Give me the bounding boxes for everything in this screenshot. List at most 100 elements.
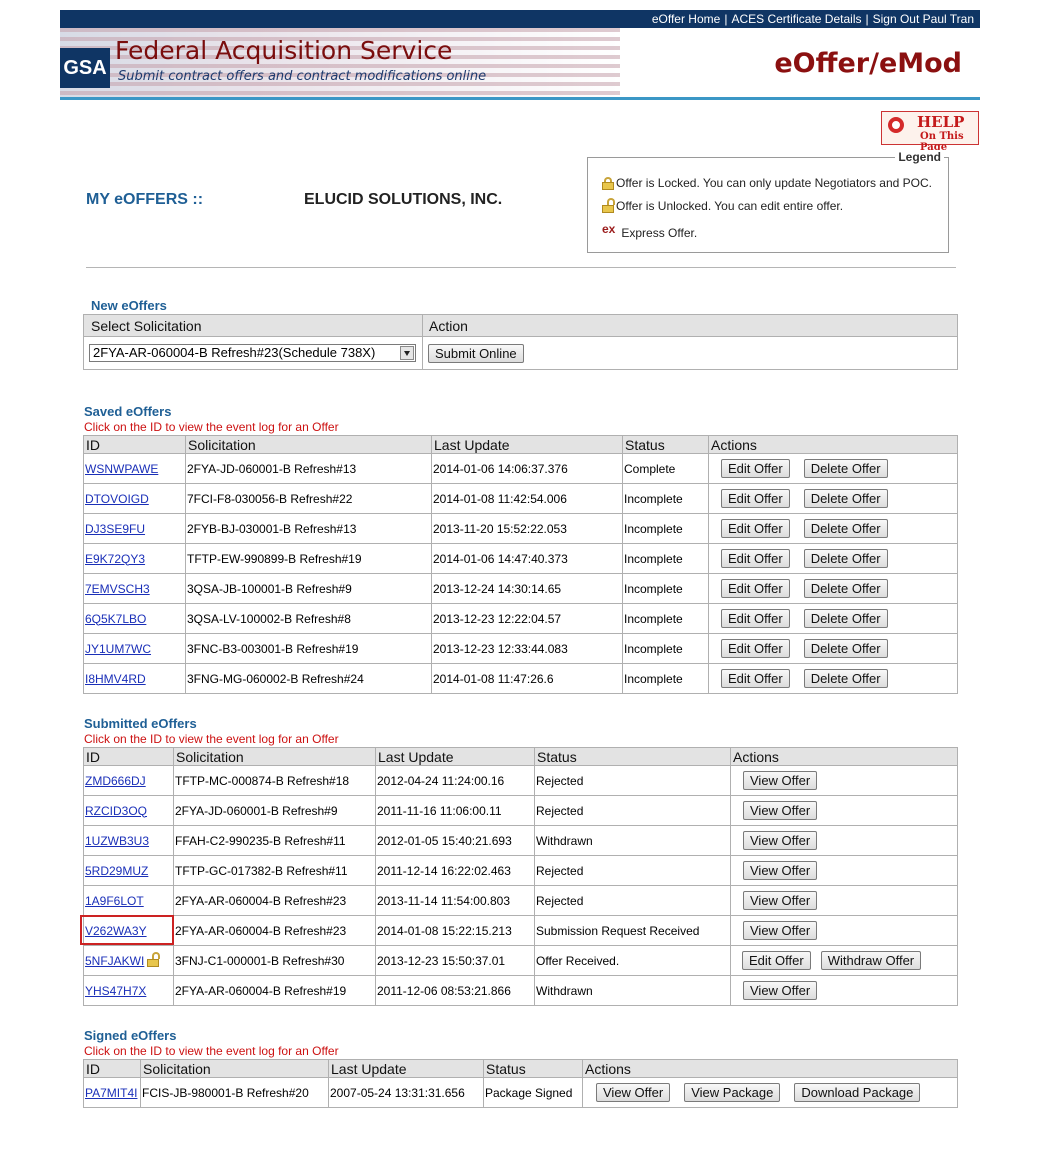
actions-cell: View Offer (730, 765, 958, 796)
signed-eoffers-title: Signed eOffers (84, 1028, 177, 1043)
offer-id-link[interactable]: 5NFJAKWI (85, 954, 144, 968)
submit-online-button[interactable]: Submit Online (428, 343, 524, 363)
withdraw-offer-button[interactable]: Withdraw Offer (820, 951, 922, 970)
edit-offer-button[interactable]: Edit Offer (721, 609, 790, 628)
offer-id-link[interactable]: DJ3SE9FU (85, 522, 145, 536)
view-package-button[interactable]: View Package (684, 1083, 781, 1102)
delete-offer-button[interactable]: Delete Offer (803, 669, 888, 688)
view-offer-button[interactable]: View Offer (743, 801, 818, 820)
offer-id-link[interactable]: PA7MIT4I (85, 1086, 137, 1100)
status-cell: Withdrawn (534, 825, 731, 856)
lifebuoy-icon (888, 117, 904, 133)
delete-offer-button[interactable]: Delete Offer (803, 459, 888, 478)
offer-id-link[interactable]: ZMD666DJ (85, 774, 146, 788)
help-on-this-page-button[interactable]: HELP On This Page (881, 111, 979, 153)
edit-offer-button[interactable]: Edit Offer (742, 951, 811, 970)
view-offer-button[interactable]: View Offer (743, 921, 818, 940)
solicitation-cell: 2FYA-AR-060004-B Refresh#19 (173, 975, 376, 1006)
last-update-cell: 2007-05-24 13:31:31.656 (328, 1077, 484, 1108)
last-update-cell: 2014-01-06 14:47:40.373 (431, 543, 623, 574)
download-package-button[interactable]: Download Package (794, 1083, 921, 1102)
col-actions: Actions (582, 1059, 958, 1078)
actions-cell: Edit Offer Delete Offer (708, 543, 958, 574)
table-row: 2FYA-AR-060004-B Refresh#23(Schedule 738… (83, 336, 958, 370)
delete-offer-button[interactable]: Delete Offer (803, 609, 888, 628)
edit-offer-button[interactable]: Edit Offer (721, 579, 790, 598)
page-title: MY eOFFERS :: (86, 191, 204, 208)
view-offer-button[interactable]: View Offer (743, 981, 818, 1000)
offer-id-link[interactable]: DTOVOIGD (85, 492, 149, 506)
offer-id-link[interactable]: 1UZWB3U3 (85, 834, 149, 848)
submitted-eoffers-table: ID Solicitation Last Update Status Actio… (83, 747, 958, 1006)
sign-out-link[interactable]: Sign Out Paul Tran (873, 12, 974, 26)
col-actions: Actions (730, 747, 958, 766)
last-update-cell: 2012-01-05 15:40:21.693 (375, 825, 535, 856)
submitted-eoffers-title: Submitted eOffers (84, 716, 197, 731)
offer-id-link[interactable]: E9K72QY3 (85, 552, 145, 566)
last-update-cell: 2014-01-08 15:22:15.213 (375, 915, 535, 946)
submitted-eoffers-hint: Click on the ID to view the event log fo… (84, 732, 339, 746)
status-cell: Incomplete (622, 543, 709, 574)
aces-certificate-link[interactable]: ACES Certificate Details (731, 12, 861, 26)
edit-offer-button[interactable]: Edit Offer (721, 639, 790, 658)
edit-offer-button[interactable]: Edit Offer (721, 669, 790, 688)
view-offer-button[interactable]: View Offer (596, 1083, 671, 1102)
gsa-logo: GSA (60, 48, 110, 88)
header-divider (60, 97, 980, 100)
legend-box: Legend Offer is Locked. You can only upd… (587, 150, 949, 253)
eoffer-home-link[interactable]: eOffer Home (652, 12, 720, 26)
table-row: 5NFJAKWI 3FNJ-C1-000001-B Refresh#30 2013-… (83, 945, 958, 976)
offer-id-link[interactable]: YHS47H7X (85, 984, 146, 998)
last-update-cell: 2013-12-23 12:33:44.083 (431, 633, 623, 664)
solicitation-select[interactable]: 2FYA-AR-060004-B Refresh#23(Schedule 738… (89, 344, 416, 362)
offer-id-link[interactable]: I8HMV4RD (85, 672, 146, 686)
edit-offer-button[interactable]: Edit Offer (721, 489, 790, 508)
col-status: Status (622, 435, 709, 454)
offer-id-link[interactable]: JY1UM7WC (85, 642, 151, 656)
edit-offer-button[interactable]: Edit Offer (721, 519, 790, 538)
table-row: DTOVOIGD 7FCI-F8-030056-B Refresh#22 2014-… (83, 483, 958, 514)
help-label: HELP (917, 113, 965, 131)
view-offer-button[interactable]: View Offer (743, 771, 818, 790)
chevron-down-icon[interactable] (400, 346, 414, 360)
actions-cell: View Offer (730, 795, 958, 826)
offer-id-link[interactable]: 1A9F6LOT (85, 894, 144, 908)
view-offer-button[interactable]: View Offer (743, 891, 818, 910)
solicitation-cell: 3FNJ-C1-000001-B Refresh#30 (173, 945, 376, 976)
solicitation-cell: 2FYA-JD-060001-B Refresh#13 (185, 453, 432, 484)
offer-id-link[interactable]: 7EMVSCH3 (85, 582, 150, 596)
id-cell: JY1UM7WC (83, 633, 186, 664)
col-actions: Actions (708, 435, 958, 454)
offer-id-link[interactable]: 6Q5K7LBO (85, 612, 146, 626)
id-cell: DTOVOIGD (83, 483, 186, 514)
id-cell: I8HMV4RD (83, 663, 186, 694)
col-status: Status (483, 1059, 583, 1078)
status-cell: Rejected (534, 795, 731, 826)
delete-offer-button[interactable]: Delete Offer (803, 579, 888, 598)
last-update-cell: 2014-01-06 14:06:37.376 (431, 453, 623, 484)
col-last-update: Last Update (328, 1059, 484, 1078)
unlock-icon (147, 951, 161, 967)
offer-id-link[interactable]: WSNWPAWE (85, 462, 158, 476)
offer-id-link[interactable]: RZCID3OQ (85, 804, 147, 818)
delete-offer-button[interactable]: Delete Offer (803, 549, 888, 568)
offer-id-link[interactable]: 5RD29MUZ (85, 864, 148, 878)
id-cell: 5RD29MUZ (83, 855, 174, 886)
delete-offer-button[interactable]: Delete Offer (803, 639, 888, 658)
delete-offer-button[interactable]: Delete Offer (803, 519, 888, 538)
legend-title: Legend (895, 150, 944, 164)
edit-offer-button[interactable]: Edit Offer (721, 459, 790, 478)
table-row: WSNWPAWE 2FYA-JD-060001-B Refresh#13 2014-… (83, 453, 958, 484)
view-offer-button[interactable]: View Offer (743, 831, 818, 850)
view-offer-button[interactable]: View Offer (743, 861, 818, 880)
signed-eoffers-table: ID Solicitation Last Update Status Actio… (83, 1059, 958, 1108)
edit-offer-button[interactable]: Edit Offer (721, 549, 790, 568)
table-row: 1A9F6LOT 2FYA-AR-060004-B Refresh#23 2013-… (83, 885, 958, 916)
top-nav-links: eOffer Home | ACES Certificate Details | Sig… (652, 12, 974, 26)
last-update-cell: 2011-11-16 11:06:00.11 (375, 795, 535, 826)
table-row: RZCID3OQ 2FYA-JD-060001-B Refresh#9 2011-1… (83, 795, 958, 826)
solicitation-cell: 2FYA-AR-060004-B Refresh#23 (173, 915, 376, 946)
delete-offer-button[interactable]: Delete Offer (803, 489, 888, 508)
actions-cell: View Offer (730, 915, 958, 946)
actions-cell: Edit Offer Delete Offer (708, 633, 958, 664)
